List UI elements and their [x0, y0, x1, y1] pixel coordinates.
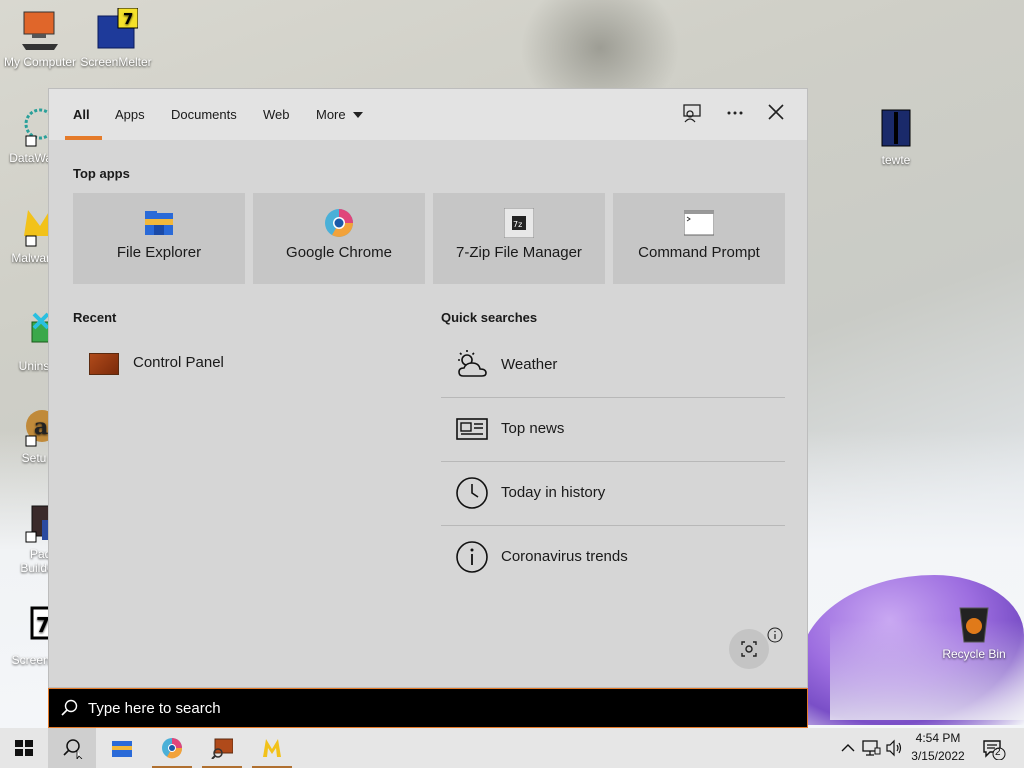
app-tile-label: Command Prompt — [638, 244, 760, 261]
command-prompt-icon — [683, 208, 715, 238]
app-tile-file-explorer[interactable]: File Explorer — [73, 193, 245, 284]
taskbar-search-box[interactable]: Type here to search — [48, 688, 808, 728]
desktop-icon-tewte[interactable]: tewte — [856, 106, 936, 167]
tewte-icon — [874, 106, 918, 150]
recycle-bin-icon — [952, 600, 996, 644]
news-icon — [455, 412, 489, 446]
screenmelter-icon: 7 — [94, 7, 139, 52]
tab-more[interactable]: More — [316, 89, 364, 140]
app-tile-label: File Explorer — [116, 244, 202, 261]
app-tile-google-chrome[interactable]: Google Chrome — [253, 193, 425, 284]
chrome-icon — [161, 737, 183, 759]
svg-text:7: 7 — [123, 10, 133, 28]
quick-searches-heading: Quick searches — [441, 310, 538, 325]
taskbar-file-explorer[interactable] — [98, 728, 146, 768]
action-center-icon[interactable]: 2 — [982, 738, 1006, 761]
taskbar-google-chrome[interactable] — [148, 728, 196, 768]
7zip-icon: 7z — [503, 207, 535, 239]
svg-text:7z: 7z — [513, 220, 522, 229]
taskbar: 4:54 PM 3/15/2022 2 — [0, 728, 1024, 768]
folder-icon — [111, 737, 133, 759]
control-panel-icon — [211, 737, 234, 760]
notification-count: 2 — [995, 747, 1001, 758]
desktop-icon-my-computer[interactable]: My Computer — [0, 8, 80, 69]
quick-search-today-in-history[interactable]: Today in history — [441, 462, 785, 526]
visual-search-button[interactable] — [729, 629, 769, 669]
chrome-icon — [324, 208, 354, 238]
tab-all[interactable]: All — [73, 89, 90, 140]
camera-lens-icon — [741, 641, 757, 657]
tab-web[interactable]: Web — [263, 89, 290, 140]
quick-search-label: Top news — [501, 420, 565, 437]
app-tile-label: Google Chrome — [286, 244, 392, 261]
quick-search-top-news[interactable]: Top news — [441, 398, 785, 462]
taskbar-control-panel[interactable] — [198, 728, 246, 768]
desktop-icon-screenmelter[interactable]: 7 ScreenMelter — [76, 7, 156, 69]
feedback-icon[interactable] — [680, 103, 704, 127]
search-icon — [61, 737, 83, 761]
tray-clock-date[interactable]: 3/15/2022 — [908, 749, 968, 763]
quick-search-weather[interactable]: Weather — [441, 334, 785, 398]
search-placeholder: Type here to search — [88, 700, 221, 717]
search-icon — [61, 699, 79, 717]
app-tile-7zip[interactable]: 7z 7-Zip File Manager — [433, 193, 605, 284]
top-apps-heading: Top apps — [73, 166, 130, 181]
network-icon[interactable] — [861, 738, 881, 758]
tray-clock-time[interactable]: 4:54 PM — [908, 731, 968, 745]
start-button[interactable] — [0, 728, 48, 768]
quick-search-label: Today in history — [501, 484, 606, 501]
tab-apps[interactable]: Apps — [115, 89, 145, 140]
recent-item-label: Control Panel — [133, 354, 224, 371]
desktop-icon-recycle-bin[interactable]: Recycle Bin — [934, 600, 1014, 661]
tab-documents[interactable]: Documents — [171, 89, 237, 140]
search-panel: All Apps Documents Web More Top apps Fil… — [48, 88, 808, 688]
chevron-up-icon[interactable] — [838, 738, 858, 758]
quick-search-label: Weather — [501, 356, 558, 373]
chevron-down-icon — [353, 112, 364, 118]
computer-icon — [18, 8, 62, 52]
windows-logo-icon — [13, 737, 35, 759]
taskbar-search-button[interactable] — [48, 728, 96, 768]
weather-icon — [455, 348, 489, 382]
more-options-icon[interactable] — [723, 103, 747, 127]
taskbar-malwarebytes[interactable] — [248, 728, 296, 768]
tab-more-label: More — [316, 107, 346, 122]
clock-icon — [455, 476, 489, 510]
folder-icon — [144, 208, 174, 238]
app-tile-command-prompt[interactable]: Command Prompt — [613, 193, 785, 284]
active-tab-indicator — [65, 136, 102, 140]
quick-search-label: Coronavirus trends — [501, 548, 628, 565]
info-icon[interactable] — [767, 627, 783, 643]
recent-heading: Recent — [73, 310, 117, 325]
quick-search-coronavirus-trends[interactable]: Coronavirus trends — [441, 526, 785, 589]
search-panel-header: All Apps Documents Web More — [49, 89, 807, 140]
app-tile-label: 7-Zip File Manager — [456, 244, 582, 261]
info-circle-icon — [455, 540, 489, 574]
malwarebytes-icon — [261, 737, 283, 759]
volume-icon[interactable] — [884, 738, 904, 758]
control-panel-icon — [89, 353, 119, 375]
close-icon[interactable] — [764, 103, 788, 127]
